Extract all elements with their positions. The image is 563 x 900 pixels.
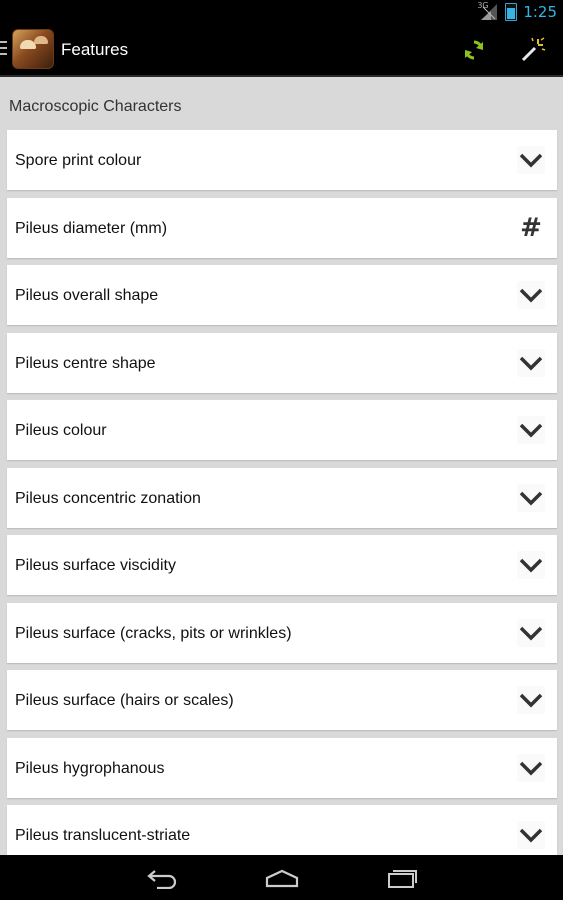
section-header: Macroscopic Characters [9,98,182,115]
dropdown-button[interactable] [517,281,545,309]
dropdown-button[interactable] [517,348,545,377]
refresh-icon [465,40,483,60]
hash-icon: # [520,212,542,243]
feature-label: Pileus centre shape [15,354,156,372]
network-label: 3G [477,1,489,10]
chevron-down-icon [519,423,543,438]
feature-row[interactable]: Pileus hygrophanous [7,737,557,798]
action-bar: Features [0,25,563,77]
dropdown-button[interactable] [517,146,545,174]
dropdown-button[interactable] [517,551,545,579]
feature-label: Pileus overall shape [15,287,159,304]
chevron-down-icon [519,153,543,168]
feature-label: Pileus concentric zonation [15,489,201,507]
feature-row[interactable]: Pileus colour [7,400,557,460]
feature-label: Pileus translucent-striate [15,827,191,844]
feature-label: Pileus colour [15,422,107,439]
number-input-button[interactable]: # [517,214,545,242]
signal-icon: 3G [477,1,499,21]
back-button[interactable] [142,865,182,891]
feature-row[interactable]: Pileus overall shape [7,265,557,325]
feature-row[interactable]: Pileus surface (cracks, pits or wrinkles… [7,602,557,663]
home-button[interactable] [262,865,302,891]
dropdown-button[interactable] [517,821,545,849]
magic-wand-button[interactable] [518,35,548,65]
chevron-down-icon [519,356,543,370]
feature-row[interactable]: Pileus surface (hairs or scales) [7,670,557,730]
refresh-button[interactable] [459,35,489,65]
chevron-down-icon [519,626,543,640]
chevron-down-icon [519,693,543,708]
feature-row[interactable]: Pileus surface viscidity [7,535,557,595]
home-icon [265,869,299,888]
feature-label: Pileus surface (cracks, pits or wrinkles… [15,624,292,642]
feature-list: Spore print colour Pileus diameter (mm) # P… [7,130,557,873]
feature-label: Spore print colour [15,152,142,169]
chevron-down-icon [519,288,543,303]
feature-row[interactable]: Pileus centre shape [7,332,557,393]
drawer-indicator-icon[interactable] [0,41,7,59]
dropdown-button[interactable] [517,686,545,714]
chevron-down-icon [519,828,543,843]
navigation-bar [0,855,563,900]
clock: 1:25 [523,3,557,21]
dropdown-button[interactable] [517,483,545,512]
magic-wand-icon [521,37,546,62]
recent-apps-icon [388,870,417,888]
chevron-down-icon [519,558,543,573]
battery-icon [505,3,518,21]
feature-label: Pileus surface (hairs or scales) [15,692,234,709]
feature-label: Pileus diameter (mm) [15,219,168,237]
feature-row[interactable]: Pileus diameter (mm) # [7,197,557,258]
status-right: 3G 1:25 [477,1,557,21]
back-icon [147,870,177,889]
dropdown-button[interactable] [517,618,545,647]
recent-apps-button[interactable] [382,865,422,891]
chevron-down-icon [519,491,543,505]
dropdown-button[interactable] [517,753,545,782]
status-bar: 3G 1:25 [0,0,563,25]
feature-label: Pileus hygrophanous [15,759,165,777]
page-title: Features [61,40,129,59]
chevron-down-icon [519,761,543,775]
feature-row[interactable]: Pileus concentric zonation [7,467,557,528]
app-logo-icon[interactable] [12,29,54,69]
dropdown-button[interactable] [517,416,545,444]
feature-row[interactable]: Spore print colour [7,130,557,190]
feature-label: Pileus surface viscidity [15,557,176,574]
